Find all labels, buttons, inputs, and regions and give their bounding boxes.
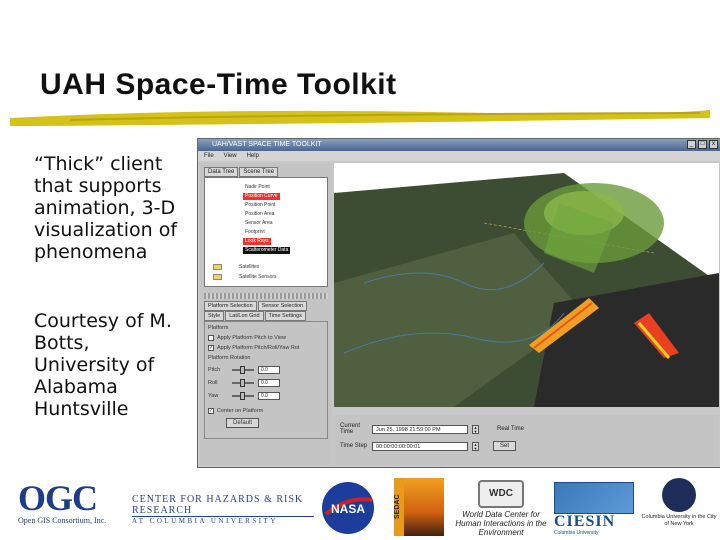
folder-icon[interactable] xyxy=(213,264,222,270)
ogc-logo-text: OGC xyxy=(18,478,98,518)
satellite-scene-image xyxy=(334,163,719,407)
ogc-logo-subtitle: Open GIS Consortium, Inc. xyxy=(18,516,107,525)
columbia-logo-text: Columbia University in the City of New Y… xyxy=(641,514,717,527)
menu-help[interactable]: Help xyxy=(247,151,259,161)
tree-folder-label[interactable]: Satellites xyxy=(239,264,259,270)
sedac-logo: SEDAC xyxy=(394,478,444,536)
sponsor-logos: OGC Open GIS Consortium, Inc. CENTER FOR… xyxy=(0,478,720,540)
sedac-logo-text: SEDAC xyxy=(394,478,404,536)
tab-latlon-grid[interactable]: Lat/Lon Grid xyxy=(225,311,264,321)
ciesin-logo-text: CIESIN xyxy=(554,513,616,530)
splitter-handle[interactable] xyxy=(204,293,328,299)
apply-pitch-checkbox[interactable] xyxy=(208,335,214,341)
scene-tree: Nadir Point Position Curve Position Poin… xyxy=(204,177,328,287)
platform-settings-panel: Platform Apply Platform Pitch to View ✓ A… xyxy=(204,321,328,439)
tree-item[interactable]: Nadir Point xyxy=(243,184,272,191)
tab-scene-tree[interactable]: Scene Tree xyxy=(239,167,279,177)
ciesin-logo-subtitle: Columbia University xyxy=(554,530,599,536)
slider-knob[interactable] xyxy=(240,392,245,400)
pitch-value-field[interactable]: 0.0 xyxy=(258,366,280,374)
nasa-logo: NASA xyxy=(322,482,374,534)
tree-item[interactable]: Footprint xyxy=(243,229,267,236)
tree-item[interactable]: Scatterometer Data xyxy=(243,247,291,254)
wdc-logo: WDC World Data Center for Human Interact… xyxy=(455,480,547,537)
folder-icon[interactable] xyxy=(213,274,222,280)
world-map-icon xyxy=(554,482,634,514)
tree-item[interactable]: Look Rays xyxy=(243,238,271,245)
slider-label: Yaw xyxy=(208,393,219,399)
time-controls: Current Time Jun 25, 1998 21:59:00 PM ▲ ▼… xyxy=(334,415,719,465)
menu-file[interactable]: File xyxy=(204,151,214,161)
tab-data-tree[interactable]: Data Tree xyxy=(204,167,239,177)
slider-label: Roll xyxy=(208,380,218,386)
tree-item[interactable]: Position Area xyxy=(243,211,276,218)
yaw-value-field[interactable]: 0.0 xyxy=(258,392,280,400)
bullet-courtesy: Courtesy of M. Botts, University of Alab… xyxy=(34,310,172,420)
tree-folder-label[interactable]: Satellite Sensors xyxy=(239,274,277,280)
bullet-thick-client: “Thick” client that supports animation, … xyxy=(34,153,178,263)
menu-bar: File View Help xyxy=(198,151,720,161)
tree-item[interactable]: Sensor Area xyxy=(243,220,275,227)
apply-rotation-checkbox[interactable]: ✓ xyxy=(208,345,214,351)
title-underline-swoosh xyxy=(10,110,710,126)
maximize-button[interactable]: □ xyxy=(698,140,707,149)
menu-view[interactable]: View xyxy=(224,151,237,161)
wdc-badge: WDC xyxy=(478,480,524,508)
checkbox-label: Apply Platform Pitch/Roll/Yaw Rot xyxy=(217,345,300,351)
current-time-label: Current Time xyxy=(340,423,361,435)
roll-slider[interactable] xyxy=(232,379,254,387)
time-step-field[interactable]: 00:00:00:00:00:01 xyxy=(372,441,468,451)
chrr-logo: CENTER FOR HAZARDS & RISK RESEARCH AT CO… xyxy=(132,494,314,525)
pitch-slider[interactable] xyxy=(232,366,254,374)
window-title: UAH/VAST SPACE TIME TOOLKIT xyxy=(212,141,322,148)
tab-platform-selection[interactable]: Platform Selection xyxy=(204,301,257,311)
3d-visualization-view[interactable] xyxy=(334,163,719,407)
step-spinner[interactable]: ▲ ▼ xyxy=(472,441,479,451)
slide-title: UAH Space-Time Toolkit xyxy=(40,68,397,101)
ciesin-logo: CIESIN Columbia University xyxy=(554,482,634,536)
chrr-logo-text: CENTER FOR HAZARDS & RISK RESEARCH xyxy=(132,494,314,517)
wdc-caption: World Data Center for Human Interactions… xyxy=(455,510,547,537)
real-time-label[interactable]: Real Time xyxy=(497,426,524,432)
tree-item[interactable]: Position Point xyxy=(243,202,278,209)
chrr-logo-subtitle: AT COLUMBIA UNIVERSITY xyxy=(132,517,278,525)
checkbox-label: Apply Platform Pitch to View xyxy=(217,335,286,341)
roll-value-field[interactable]: 0.0 xyxy=(258,379,280,387)
ogc-logo: OGC Open GIS Consortium, Inc. xyxy=(18,480,118,525)
time-step-label: Time Step xyxy=(340,443,368,449)
slider-label: Pitch xyxy=(208,367,221,373)
center-platform-checkbox[interactable]: ✓ xyxy=(208,408,214,414)
minimize-button[interactable]: _ xyxy=(687,140,696,149)
close-button[interactable]: x xyxy=(709,140,718,149)
nasa-logo-text: NASA xyxy=(331,502,365,516)
tab-style[interactable]: Style xyxy=(204,311,225,321)
toolkit-window: UAH/VAST SPACE TIME TOOLKIT _ □ x File V… xyxy=(197,138,720,468)
rotation-section-label: Platform Rotation xyxy=(208,355,251,361)
left-control-panel: Data Tree Scene Tree Nadir Point Positio… xyxy=(200,163,332,465)
slider-knob[interactable] xyxy=(240,366,245,374)
default-button[interactable]: Default xyxy=(226,418,260,428)
slider-knob[interactable] xyxy=(240,379,245,387)
checkbox-label: Center on Platform xyxy=(217,408,264,414)
window-titlebar: UAH/VAST SPACE TIME TOOLKIT _ □ x xyxy=(198,139,720,151)
time-spinner[interactable]: ▲ ▼ xyxy=(472,424,479,434)
set-button[interactable]: Set xyxy=(493,441,517,451)
current-time-field[interactable]: Jun 25, 1998 21:59:00 PM xyxy=(372,424,468,434)
tree-item[interactable]: Position Curve xyxy=(243,193,280,200)
columbia-logo: Columbia University in the City of New Y… xyxy=(640,478,718,528)
crown-icon xyxy=(662,478,696,512)
tab-sensor-selection[interactable]: Sensor Selection xyxy=(257,301,308,311)
yaw-slider[interactable] xyxy=(232,392,254,400)
tab-time-settings[interactable]: Time Settings xyxy=(264,311,306,321)
platform-section-label: Platform xyxy=(208,325,229,331)
